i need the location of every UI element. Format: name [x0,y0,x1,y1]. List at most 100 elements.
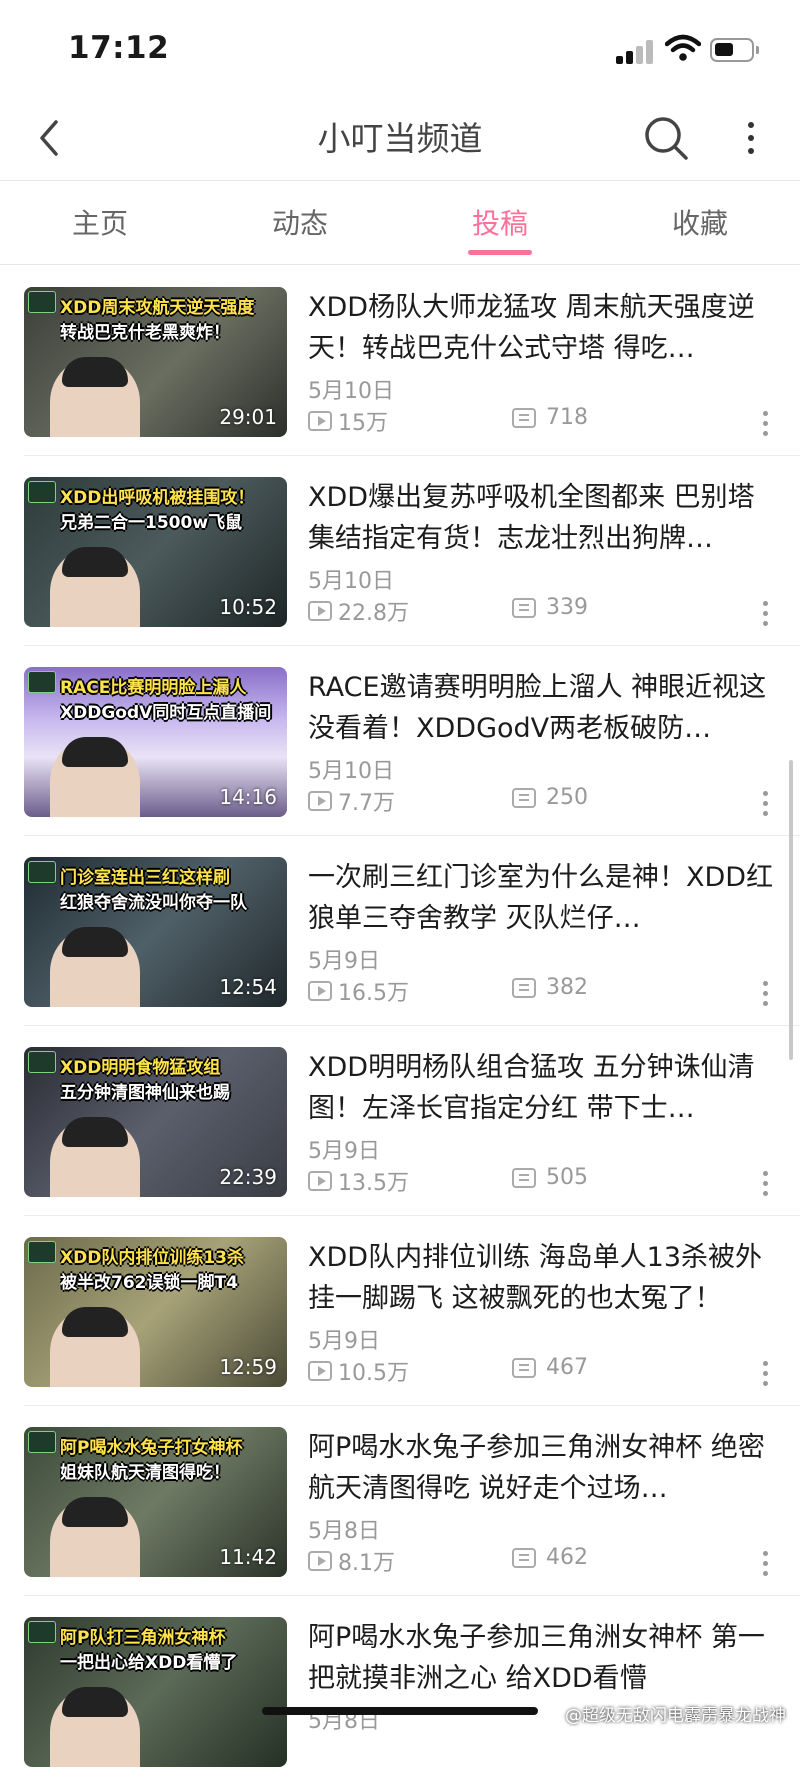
video-title[interactable]: XDD明明杨队组合猛攻 五分钟诛仙清图！左泽长官指定分红 带下士… [308,1047,778,1129]
item-more-icon[interactable] [760,599,772,629]
wifi-icon [665,34,701,61]
thumbnail-caption: 五分钟清图神仙来也踢 [60,1083,230,1103]
video-thumbnail[interactable]: XDD周末攻航天逆天强度 转战巴克什老黑爽炸！ 29:01 [24,287,287,437]
comment-count: 382 [546,975,588,1000]
play-count-icon [308,981,332,1001]
danmaku-icon [512,407,536,428]
view-count: 10.5万 [338,1361,409,1386]
thumbnail-caption: 门诊室连出三红这样刷 [60,868,230,888]
video-date: 5月9日 [308,949,380,974]
search-icon[interactable] [642,114,690,162]
video-duration: 11:42 [219,1545,277,1569]
comment-count: 718 [546,405,588,430]
danmaku-icon [512,787,536,808]
video-item[interactable]: RACE比赛明明脸上漏人 XDDGodV同时互点直播间 14:16 RACE邀请… [0,646,800,836]
comment-count: 505 [546,1165,588,1190]
video-title[interactable]: RACE邀请赛明明脸上溜人 神眼近视这没看着！XDDGodV两老板破防… [308,667,778,749]
video-duration: 10:52 [219,595,277,619]
thumbnail-caption: XDD明明食物猛攻组 [60,1058,221,1078]
view-count: 8.1万 [338,1551,395,1576]
thumbnail-caption: 被半改762误锁一脚T4 [60,1273,238,1293]
video-title[interactable]: XDD队内排位训练 海岛单人13杀被外挂一脚踢飞 这被飘死的也太冤了！ [308,1237,778,1319]
tab-divider [0,264,800,265]
danmaku-icon [512,977,536,998]
item-more-icon[interactable] [760,1549,772,1579]
channel-logo [28,861,56,883]
home-indicator[interactable] [262,1707,538,1715]
status-time: 17:12 [68,30,170,66]
view-count: 16.5万 [338,981,409,1006]
item-more-icon[interactable] [760,409,772,439]
thumbnail-caption: 一把出心给XDD看懵了 [60,1653,238,1673]
video-date: 5月9日 [308,1329,380,1354]
more-options-icon[interactable] [736,114,766,162]
danmaku-icon [512,1547,536,1568]
thumbnail-caption: 姐妹队航天清图得吃！ [60,1463,230,1483]
thumbnail-caption: XDD周末攻航天逆天强度 [60,298,255,318]
video-item[interactable]: 阿P队打三角洲女神杯 一把出心给XDD看懵了 阿P喝水水兔子参加三角洲女神杯 第… [0,1596,800,1786]
video-thumbnail[interactable]: RACE比赛明明脸上漏人 XDDGodV同时互点直播间 14:16 [24,667,287,817]
thumbnail-caption: 兄弟二合一1500w飞鼠 [60,513,243,533]
video-duration: 12:59 [219,1355,277,1379]
tab-uploads[interactable]: 投稿 [440,202,560,242]
video-item[interactable]: XDD出呼吸机被挂围攻！ 兄弟二合一1500w飞鼠 10:52 XDD爆出复苏呼… [0,456,800,646]
video-date: 5月10日 [308,379,394,404]
thumbnail-caption: XDD出呼吸机被挂围攻！ [60,488,255,508]
video-thumbnail[interactable]: 门诊室连出三红这样刷 红狼夺舍流没叫你夺一队 12:54 [24,857,287,1007]
video-date: 5月8日 [308,1519,380,1544]
channel-logo [28,1051,56,1073]
video-duration: 29:01 [219,405,277,429]
channel-logo [28,1621,56,1643]
play-count-icon [308,791,332,811]
video-date: 5月9日 [308,1139,380,1164]
play-count-icon [308,1551,332,1571]
play-count-icon [308,1171,332,1191]
danmaku-icon [512,1167,536,1188]
video-thumbnail[interactable]: 阿P喝水水兔子打女神杯 姐妹队航天清图得吃！ 11:42 [24,1427,287,1577]
video-item[interactable]: 阿P喝水水兔子打女神杯 姐妹队航天清图得吃！ 11:42 阿P喝水水兔子参加三角… [0,1406,800,1596]
view-count: 13.5万 [338,1171,409,1196]
danmaku-icon [512,1357,536,1378]
video-item[interactable]: XDD队内排位训练13杀 被半改762误锁一脚T4 12:59 XDD队内排位训… [0,1216,800,1406]
video-title[interactable]: XDD杨队大师龙猛攻 周末航天强度逆天！转战巴克什公式守塔 得吃… [308,287,778,369]
tab-favorites[interactable]: 收藏 [640,202,760,242]
tab-home[interactable]: 主页 [40,202,160,242]
video-duration: 22:39 [219,1165,277,1189]
tab-dynamics[interactable]: 动态 [240,202,360,242]
view-count: 22.8万 [338,601,409,626]
danmaku-icon [512,597,536,618]
video-duration: 12:54 [219,975,277,999]
active-tab-indicator [468,250,532,255]
video-title[interactable]: 阿P喝水水兔子参加三角洲女神杯 绝密航天清图得吃 说好走个过场… [308,1427,778,1509]
channel-logo [28,1431,56,1453]
video-thumbnail[interactable]: XDD明明食物猛攻组 五分钟清图神仙来也踢 22:39 [24,1047,287,1197]
comment-count: 467 [546,1355,588,1380]
video-item[interactable]: 门诊室连出三红这样刷 红狼夺舍流没叫你夺一队 12:54 一次刷三红门诊室为什么… [0,836,800,1026]
nav-divider [0,180,800,181]
video-item[interactable]: XDD周末攻航天逆天强度 转战巴克什老黑爽炸！ 29:01 XDD杨队大师龙猛攻… [0,266,800,456]
video-duration: 14:16 [219,785,277,809]
comment-count: 250 [546,785,588,810]
item-more-icon[interactable] [760,1359,772,1389]
video-item[interactable]: XDD明明食物猛攻组 五分钟清图神仙来也踢 22:39 XDD明明杨队组合猛攻 … [0,1026,800,1216]
channel-logo [28,481,56,503]
view-count: 7.7万 [338,791,395,816]
battery-icon [710,38,759,62]
thumbnail-caption: RACE比赛明明脸上漏人 [60,678,247,698]
thumbnail-caption: XDDGodV同时互点直播间 [60,703,272,723]
video-title[interactable]: XDD爆出复苏呼吸机全图都来 巴别塔集结指定有货！志龙壮烈出狗牌… [308,477,778,559]
cellular-signal-icon [616,38,660,64]
video-date: 5月10日 [308,759,394,784]
video-thumbnail[interactable]: 阿P队打三角洲女神杯 一把出心给XDD看懵了 [24,1617,287,1767]
item-more-icon[interactable] [760,1169,772,1199]
video-thumbnail[interactable]: XDD出呼吸机被挂围攻！ 兄弟二合一1500w飞鼠 10:52 [24,477,287,627]
video-title[interactable]: 阿P喝水水兔子参加三角洲女神杯 第一把就摸非洲之心 给XDD看懵 [308,1617,778,1699]
video-thumbnail[interactable]: XDD队内排位训练13杀 被半改762误锁一脚T4 12:59 [24,1237,287,1387]
scrollbar[interactable] [789,760,793,1060]
thumbnail-caption: 阿P喝水水兔子打女神杯 [60,1438,243,1458]
item-more-icon[interactable] [760,979,772,1009]
video-title[interactable]: 一次刷三红门诊室为什么是神！XDD红狼单三夺舍教学 灭队烂仔… [308,857,778,939]
item-more-icon[interactable] [760,789,772,819]
channel-logo [28,291,56,313]
channel-logo [28,1241,56,1263]
